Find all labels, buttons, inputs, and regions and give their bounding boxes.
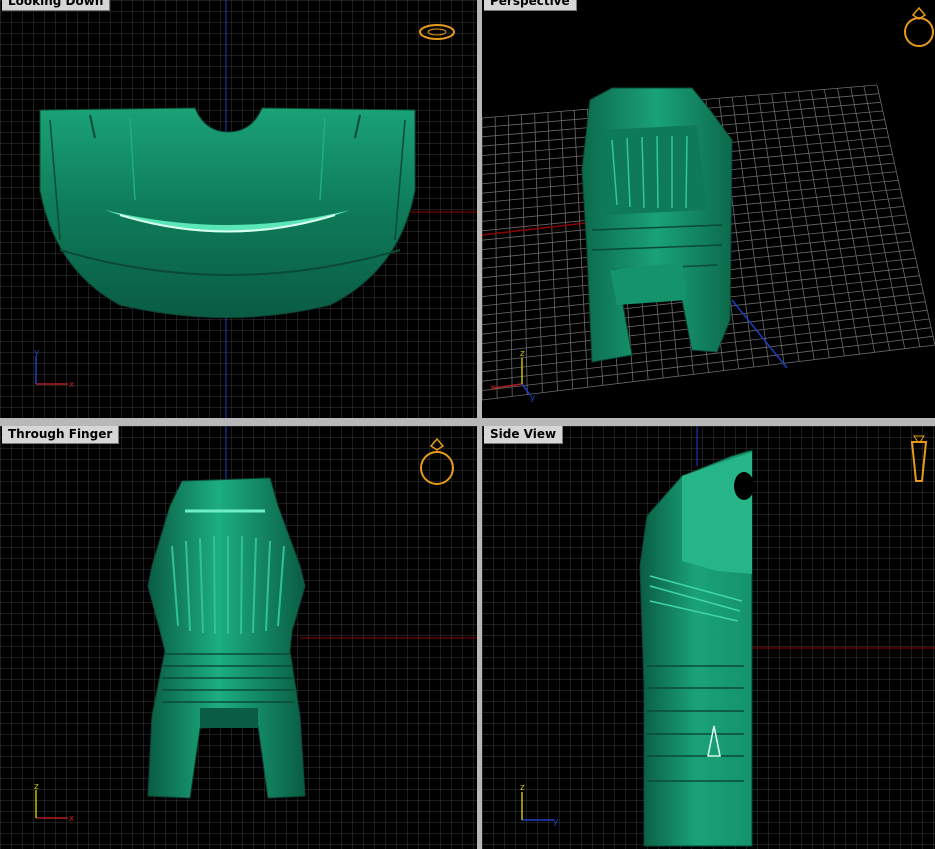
- viewport-canvas[interactable]: x z: [0, 426, 477, 849]
- z-label: z: [520, 349, 525, 359]
- viewport-through-finger[interactable]: x z Through Finger: [0, 426, 477, 849]
- viewport-canvas[interactable]: y z: [482, 426, 935, 849]
- y-axis-line: [731, 299, 788, 369]
- z-label: z: [520, 783, 525, 793]
- viewport-title[interactable]: Looking Down: [2, 0, 111, 11]
- viewport-title[interactable]: Through Finger: [2, 426, 120, 444]
- ring-orientation-icon[interactable]: [904, 6, 934, 47]
- viewport-canvas[interactable]: x y: [0, 0, 477, 418]
- x-label: x: [69, 380, 75, 390]
- viewport-title[interactable]: Perspective: [484, 0, 577, 11]
- y-label: y: [34, 348, 40, 358]
- y-label: y: [553, 817, 559, 827]
- horizontal-splitter[interactable]: [0, 418, 935, 426]
- viewport-looking-down[interactable]: x y Looking Down: [0, 0, 477, 418]
- x-label: x: [69, 814, 75, 824]
- armor-model[interactable]: [39, 107, 416, 318]
- armor-model[interactable]: [581, 87, 733, 363]
- viewport-side-view[interactable]: y z Side View: [482, 426, 935, 849]
- z-label: z: [34, 782, 39, 792]
- viewport-canvas[interactable]: x y z: [482, 0, 935, 418]
- y-label: y: [530, 393, 536, 403]
- viewport-perspective[interactable]: x y z Perspective: [482, 0, 935, 418]
- armor-model[interactable]: [639, 449, 754, 847]
- x-label: x: [490, 383, 496, 393]
- viewport-title[interactable]: Side View: [484, 426, 564, 444]
